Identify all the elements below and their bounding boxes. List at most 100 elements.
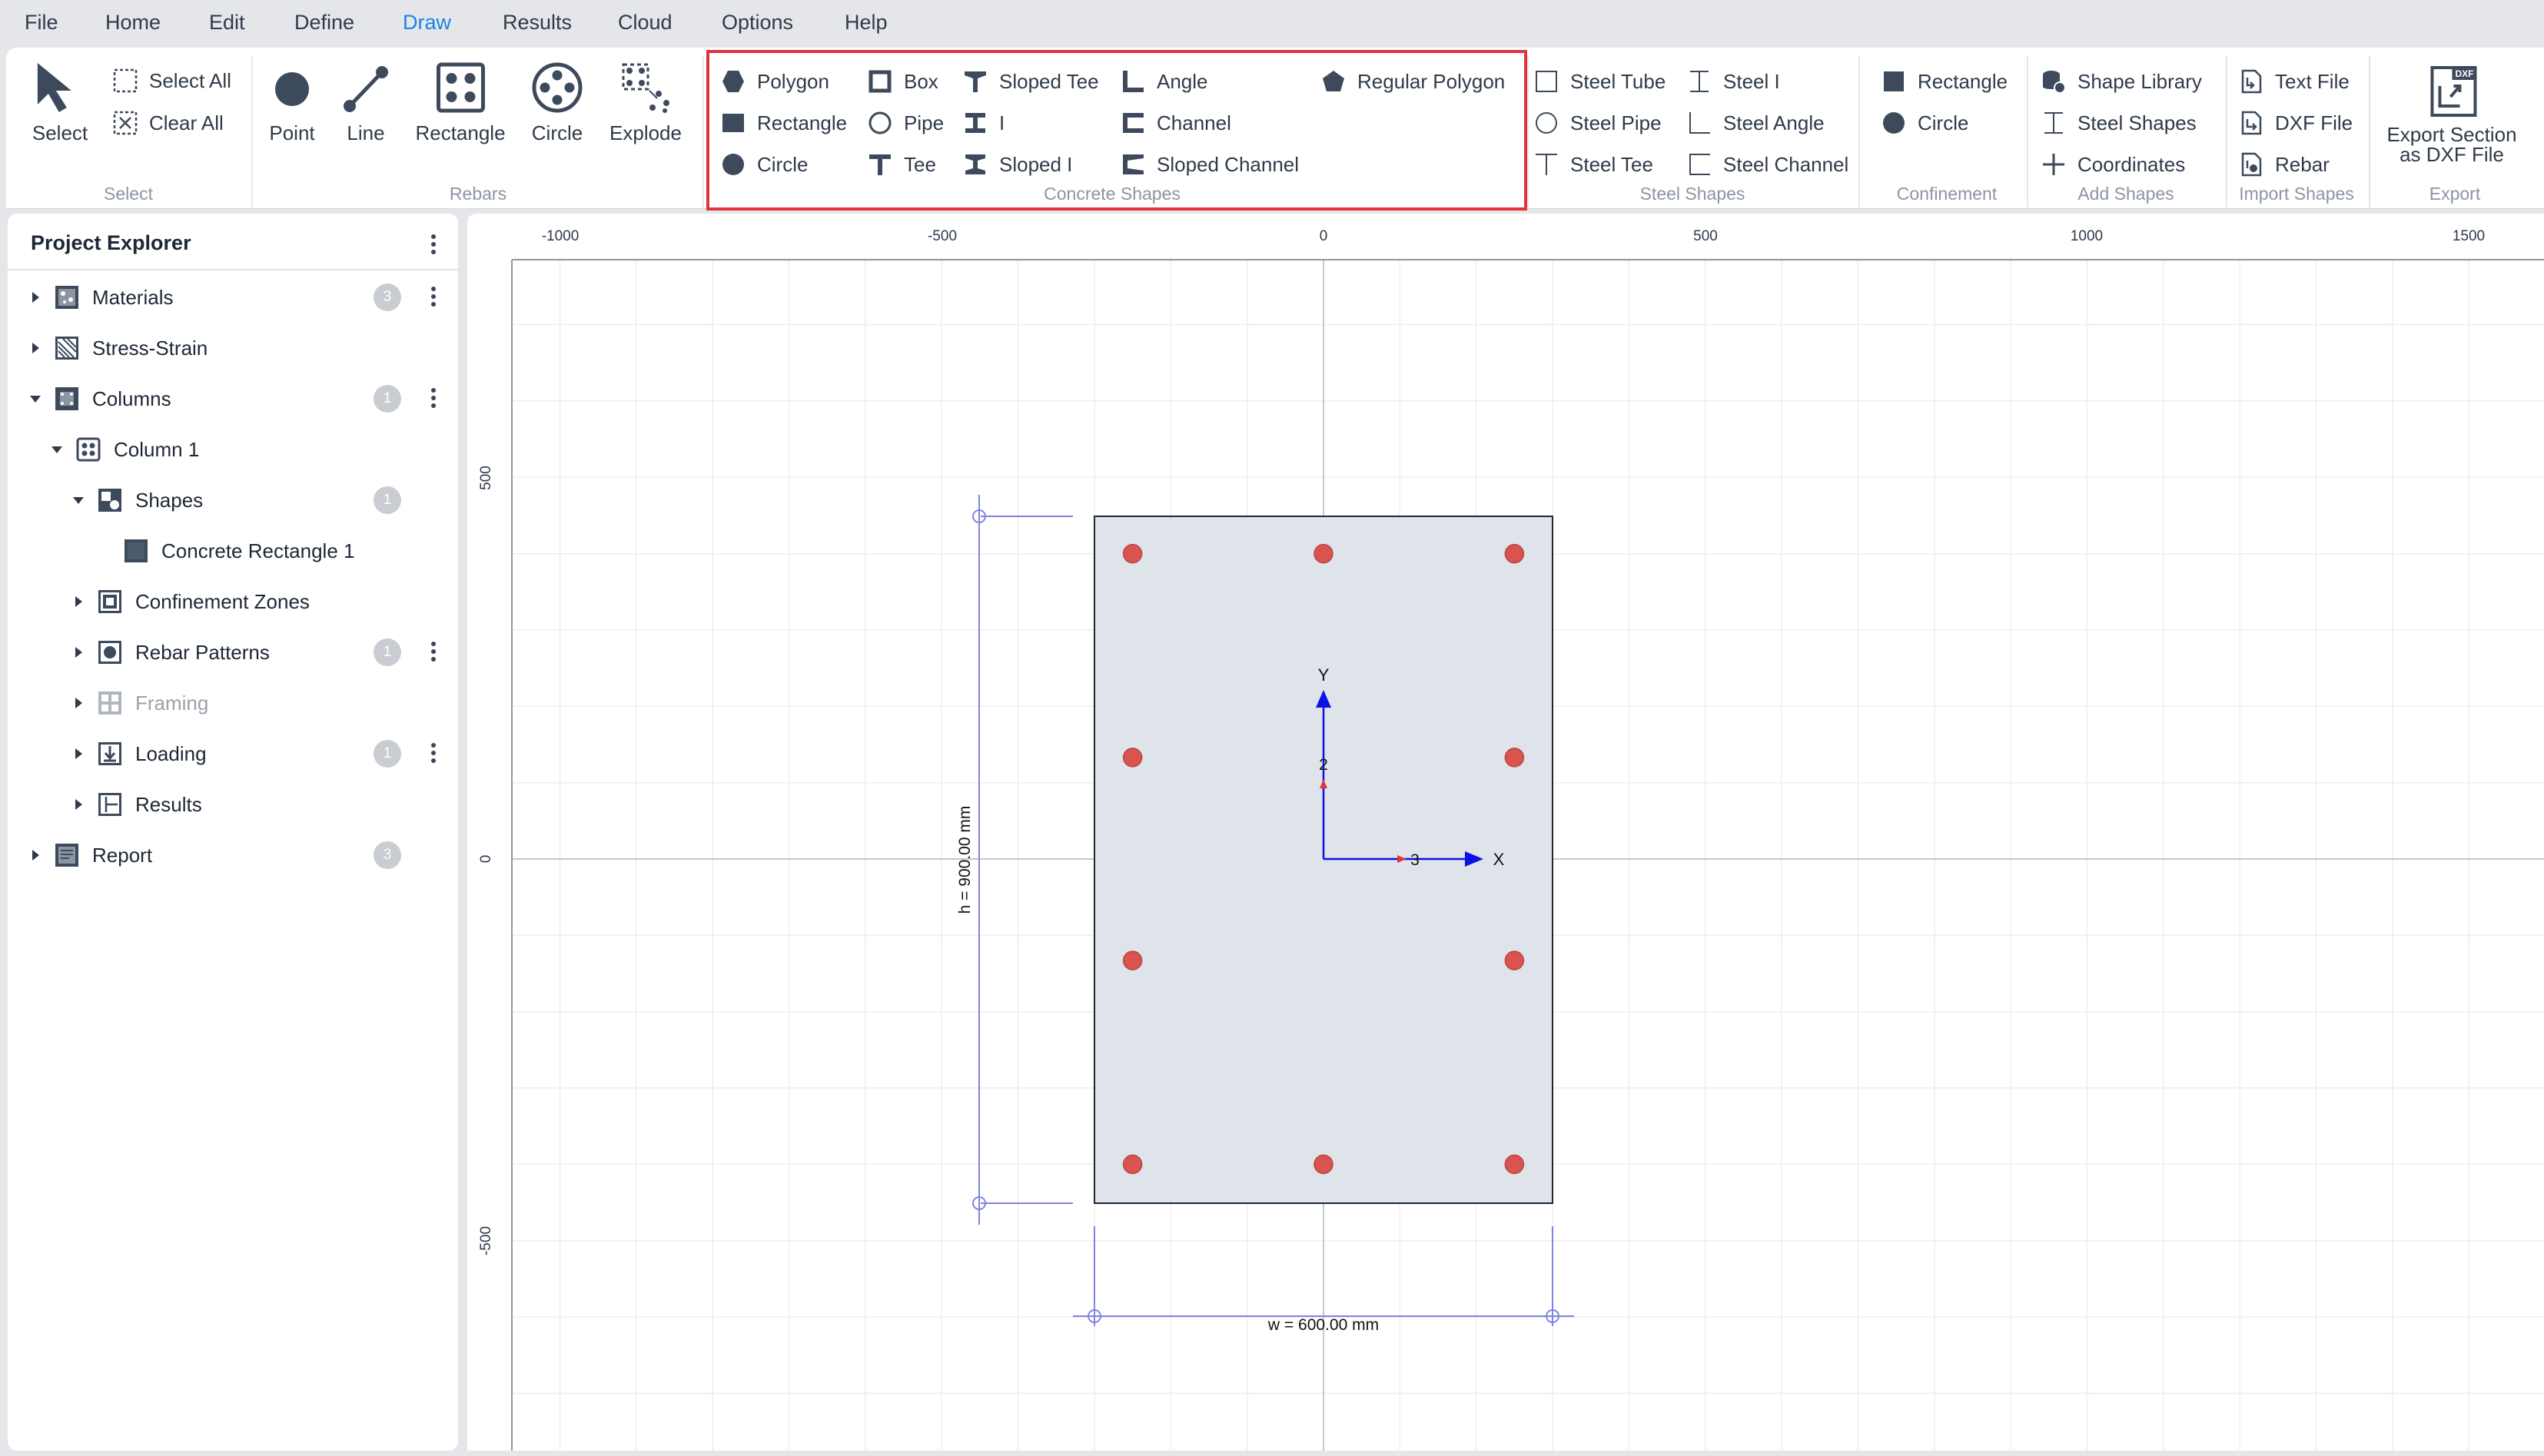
caret-right-icon[interactable]	[71, 695, 86, 711]
import-dxf-file-button[interactable]: DXF File	[2238, 108, 2353, 138]
menu-file[interactable]: File	[25, 11, 58, 35]
caret-down-icon[interactable]	[49, 442, 65, 457]
rebar-point[interactable]	[1122, 543, 1143, 564]
concrete-sloped-tee-button[interactable]: Sloped Tee	[962, 66, 1099, 97]
menu-edit[interactable]: Edit	[209, 11, 245, 35]
group-divider	[2226, 55, 2227, 207]
confinement-circle-button[interactable]: Circle	[1881, 108, 1968, 138]
tree-item-stress-strain[interactable]: Stress-Strain	[28, 327, 208, 370]
concrete-sloped-i-button[interactable]: Sloped I	[962, 149, 1072, 180]
menu-define[interactable]: Define	[294, 11, 354, 35]
steel-angle-button[interactable]: Steel Angle	[1686, 108, 1825, 138]
menu-results[interactable]: Results	[503, 11, 572, 35]
rebar-point[interactable]	[1504, 1154, 1525, 1175]
stress-strain-icon	[55, 337, 78, 360]
rebar-point[interactable]	[1122, 950, 1143, 970]
rebar-point[interactable]	[1314, 1154, 1333, 1175]
section-drawing-canvas[interactable]: -1000 -500 0 500 1000 1500 500 0 -500 h …	[467, 214, 2544, 1451]
tree-item-materials[interactable]: Materials	[28, 276, 173, 319]
tree-item-column-1[interactable]: Column 1	[49, 428, 199, 471]
tree-item-confinement-zones[interactable]: Confinement Zones	[71, 580, 310, 623]
select-all-button[interactable]: Select All	[112, 65, 231, 96]
shape-library-button[interactable]: Shape Library	[2041, 66, 2202, 97]
steel-i-button[interactable]: Steel I	[1686, 66, 1780, 97]
drawing-canvas-panel[interactable]: -1000 -500 0 500 1000 1500 500 0 -500 h …	[467, 214, 2544, 1451]
caret-right-icon[interactable]	[28, 847, 43, 863]
coordinates-button[interactable]: Coordinates	[2041, 149, 2185, 180]
concrete-i-button[interactable]: I	[962, 108, 1005, 138]
menu-home[interactable]: Home	[105, 11, 161, 35]
tree-item-results[interactable]: Results	[71, 783, 202, 826]
rebar-patterns-kebab-icon[interactable]	[426, 639, 441, 665]
menu-draw[interactable]: Draw	[403, 11, 451, 35]
count-badge: 3	[374, 841, 401, 869]
tree-item-columns[interactable]: Columns	[28, 377, 171, 420]
caret-right-icon[interactable]	[28, 290, 43, 305]
caret-right-icon[interactable]	[71, 594, 86, 609]
concrete-sloped-channel-button[interactable]: Sloped Channel	[1120, 149, 1299, 180]
caret-right-icon[interactable]	[28, 340, 43, 356]
explode-button[interactable]: Explode	[609, 60, 682, 143]
add-steel-shapes-button[interactable]: Steel Shapes	[2041, 108, 2197, 138]
rebar-point[interactable]	[1504, 543, 1525, 564]
rebar-point[interactable]	[1122, 1154, 1143, 1175]
materials-kebab-icon[interactable]	[426, 284, 441, 310]
rebar-rectangle-button[interactable]: Rectangle	[415, 60, 506, 143]
concrete-angle-button[interactable]: Angle	[1120, 66, 1208, 97]
y-axis-label: Y	[1318, 665, 1330, 685]
rebar-point[interactable]	[1314, 543, 1333, 564]
steel-channel-button[interactable]: Steel Channel	[1686, 149, 1848, 180]
concrete-rectangle-icon	[125, 539, 148, 562]
concrete-rectangle-button[interactable]: Rectangle	[720, 108, 847, 138]
rebar-point[interactable]	[1122, 748, 1143, 768]
confinement-rectangle-button[interactable]: Rectangle	[1881, 66, 2008, 97]
tree-item-loading[interactable]: Loading	[71, 732, 207, 775]
tree-item-concrete-rectangle-1[interactable]: Concrete Rectangle 1	[123, 529, 354, 572]
clear-all-button[interactable]: Clear All	[112, 108, 224, 138]
x-tick-label: 1000	[2071, 228, 2103, 244]
rebar-point-button[interactable]: Point	[265, 60, 319, 143]
angle-icon	[1123, 71, 1144, 92]
tree-item-shapes[interactable]: Shapes	[71, 479, 203, 522]
select-button[interactable]: Select	[32, 60, 88, 143]
rebar-circle-button[interactable]: Circle	[530, 60, 584, 143]
concrete-polygon-button[interactable]: Polygon	[720, 66, 829, 97]
columns-kebab-icon[interactable]	[426, 386, 441, 412]
rebar-point[interactable]	[1504, 748, 1525, 768]
loading-kebab-icon[interactable]	[426, 741, 441, 767]
rebar-circle-icon	[532, 62, 583, 113]
import-text-file-button[interactable]: Text File	[2238, 66, 2350, 97]
concrete-pipe-button[interactable]: Pipe	[867, 108, 944, 138]
caret-right-icon[interactable]	[71, 746, 86, 761]
group-label-steel-shapes: Steel Shapes	[1639, 184, 1745, 204]
steel-tee-button[interactable]: Steel Tee	[1533, 149, 1653, 180]
concrete-channel-button[interactable]: Channel	[1120, 108, 1231, 138]
caret-down-icon[interactable]	[71, 493, 86, 508]
concrete-circle-button[interactable]: Circle	[720, 149, 808, 180]
tree-item-framing[interactable]: Framing	[71, 682, 208, 725]
group-divider	[251, 55, 253, 207]
caret-right-icon[interactable]	[71, 797, 86, 812]
count-badge: 3	[374, 284, 401, 311]
menu-options[interactable]: Options	[722, 11, 793, 35]
menu-cloud[interactable]: Cloud	[618, 11, 673, 35]
export-dxf-button[interactable]: DXF Export Section as DXF File	[2386, 63, 2517, 164]
tree-item-report[interactable]: Report	[28, 834, 152, 877]
i-beam-icon	[965, 113, 985, 133]
concrete-tee-button[interactable]: Tee	[867, 149, 936, 180]
steel-angle-icon	[1689, 112, 1710, 134]
steel-tube-button[interactable]: Steel Tube	[1533, 66, 1666, 97]
caret-down-icon[interactable]	[28, 391, 43, 406]
steel-pipe-button[interactable]: Steel Pipe	[1533, 108, 1662, 138]
concrete-regular-polygon-button[interactable]: Regular Polygon	[1320, 66, 1505, 97]
rebar-line-button[interactable]: Line	[339, 60, 393, 143]
menu-help[interactable]: Help	[845, 11, 888, 35]
concrete-box-button[interactable]: Box	[867, 66, 938, 97]
import-rebar-button[interactable]: Rebar	[2238, 149, 2330, 180]
tree-item-rebar-patterns[interactable]: Rebar Patterns	[71, 631, 270, 674]
caret-right-icon[interactable]	[71, 645, 86, 660]
group-divider	[1858, 55, 1860, 207]
explorer-menu-kebab-icon[interactable]	[426, 232, 441, 258]
x-tick-label: 1500	[2453, 228, 2485, 244]
rebar-point[interactable]	[1504, 950, 1525, 970]
